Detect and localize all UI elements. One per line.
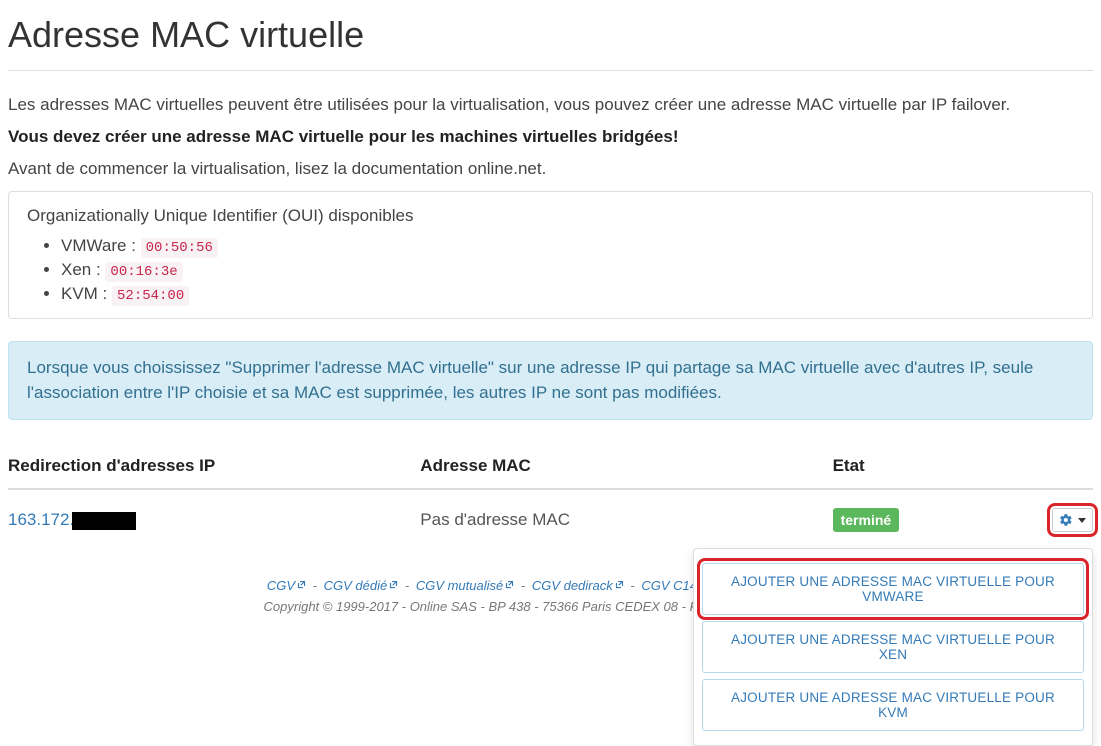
dropdown-option-xen[interactable]: AJOUTER UNE ADRESSE MAC VIRTUELLE POUR X… (702, 621, 1084, 673)
intro-line-1: Les adresses MAC virtuelles peuvent être… (8, 95, 1093, 115)
mac-table: Redirection d'adresses IP Adresse MAC Et… (8, 446, 1093, 550)
external-link-icon (505, 580, 514, 589)
chevron-down-icon (1078, 518, 1086, 523)
footer-sep: - (630, 578, 638, 593)
cell-mac: Pas d'adresse MAC (420, 489, 832, 550)
table-header-mac: Adresse MAC (420, 446, 832, 489)
title-divider (8, 70, 1093, 71)
footer-link-cgv-mutualise[interactable]: CGV mutualisé (416, 578, 514, 593)
footer-sep: - (521, 578, 529, 593)
oui-item-vmware: VMWare : 00:50:56 (61, 236, 1074, 256)
footer-sep: - (313, 578, 321, 593)
gear-icon (1059, 513, 1073, 527)
oui-label: Xen : (61, 260, 105, 279)
oui-item-kvm: KVM : 52:54:00 (61, 284, 1074, 304)
ip-redacted-mask (72, 512, 136, 530)
external-link-icon (615, 580, 624, 589)
footer-link-cgv[interactable]: CGV (267, 578, 306, 593)
row-actions-button[interactable] (1052, 508, 1093, 532)
dropdown-option-kvm[interactable]: AJOUTER UNE ADRESSE MAC VIRTUELLE POUR K… (702, 679, 1084, 731)
oui-panel-heading: Organizationally Unique Identifier (OUI)… (27, 206, 1074, 226)
oui-item-xen: Xen : 00:16:3e (61, 260, 1074, 280)
page-title: Adresse MAC virtuelle (8, 14, 1093, 56)
footer-sep: - (405, 578, 413, 593)
intro-bold: Vous devez créer une adresse MAC virtuel… (8, 127, 1093, 147)
table-row: 163.172. Pas d'adresse MAC terminé AJOUT… (8, 489, 1093, 550)
cell-ip: 163.172. (8, 489, 420, 550)
status-badge: terminé (833, 508, 900, 532)
oui-mac-code: 52:54:00 (112, 286, 189, 306)
ip-link[interactable]: 163.172. (8, 510, 74, 529)
oui-mac-code: 00:16:3e (105, 262, 182, 282)
footer-link-cgv-dedirack[interactable]: CGV dedirack (532, 578, 624, 593)
dropdown-option-vmware[interactable]: AJOUTER UNE ADRESSE MAC VIRTUELLE POUR V… (702, 563, 1084, 615)
intro-line-3: Avant de commencer la virtualisation, li… (8, 159, 1093, 179)
row-actions-dropdown: AJOUTER UNE ADRESSE MAC VIRTUELLE POUR V… (693, 548, 1093, 746)
oui-label: VMWare : (61, 236, 141, 255)
table-header-state: Etat (833, 446, 1093, 489)
external-link-icon (389, 580, 398, 589)
oui-list: VMWare : 00:50:56 Xen : 00:16:3e KVM : 5… (27, 236, 1074, 304)
info-alert: Lorsque vous choississez "Supprimer l'ad… (8, 341, 1093, 420)
footer-link-cgv-dedie[interactable]: CGV dédié (324, 578, 399, 593)
oui-panel: Organizationally Unique Identifier (OUI)… (8, 191, 1093, 319)
external-link-icon (297, 580, 306, 589)
oui-label: KVM : (61, 284, 112, 303)
table-header-ip: Redirection d'adresses IP (8, 446, 420, 489)
cell-state: terminé AJOUTER UNE ADRESSE MAC VIRTUELL… (833, 489, 1093, 550)
oui-mac-code: 00:50:56 (141, 238, 218, 258)
